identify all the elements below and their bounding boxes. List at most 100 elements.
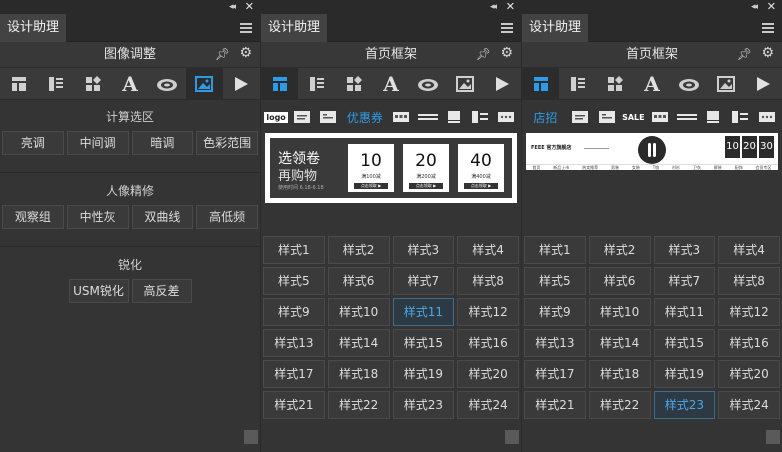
style-button[interactable]: 样式3 bbox=[653, 236, 716, 264]
style-button[interactable]: 样式4 bbox=[457, 236, 519, 264]
sale-component[interactable]: SALE bbox=[620, 106, 647, 128]
type-icon[interactable]: A bbox=[372, 68, 409, 99]
text-block-alt-icon[interactable] bbox=[315, 106, 341, 128]
layout-icon[interactable] bbox=[261, 68, 299, 99]
style-button[interactable]: 样式13 bbox=[524, 329, 586, 357]
text-block-alt-icon[interactable] bbox=[593, 106, 620, 128]
collapse-icon[interactable]: ◂◂ bbox=[490, 0, 497, 14]
style-button[interactable]: 样式10 bbox=[327, 298, 390, 326]
style-button[interactable]: 样式8 bbox=[457, 267, 519, 295]
split-block-icon[interactable] bbox=[727, 106, 754, 128]
style-button[interactable]: 样式16 bbox=[457, 329, 519, 357]
grid-block-icon[interactable] bbox=[388, 106, 414, 128]
style-button[interactable]: 样式24 bbox=[457, 391, 519, 419]
shop-nav-item[interactable]: 裤装 bbox=[714, 165, 722, 170]
style-button[interactable]: 样式20 bbox=[457, 360, 519, 388]
highlight-button[interactable]: 亮调 bbox=[2, 131, 64, 155]
panel-menu-icon[interactable] bbox=[240, 23, 252, 33]
list-icon[interactable] bbox=[298, 68, 335, 99]
shadow-button[interactable]: 暗调 bbox=[131, 131, 194, 155]
shop-nav-item[interactable]: 热卖推荐 bbox=[582, 165, 598, 170]
style-button[interactable]: 样式16 bbox=[718, 329, 780, 357]
resize-handle[interactable] bbox=[244, 430, 258, 444]
style-button[interactable]: 样式7 bbox=[653, 267, 716, 295]
gear-icon[interactable]: ⚙ bbox=[239, 45, 252, 61]
tab-design-assistant[interactable]: 设计助理 bbox=[0, 14, 66, 42]
list-icon[interactable] bbox=[37, 68, 74, 99]
style-button[interactable]: 样式23 bbox=[653, 391, 716, 419]
style-button[interactable]: 样式6 bbox=[327, 267, 390, 295]
style-button[interactable]: 样式17 bbox=[524, 360, 586, 388]
usm-sharpen-button[interactable]: USM锐化 bbox=[68, 279, 129, 303]
creative-cloud-icon[interactable] bbox=[149, 68, 186, 99]
creative-cloud-icon[interactable] bbox=[671, 68, 708, 99]
list-icon[interactable] bbox=[559, 68, 596, 99]
shop-nav-item[interactable]: 衬衫 bbox=[672, 165, 680, 170]
style-button[interactable]: 样式11 bbox=[392, 298, 455, 326]
style-button[interactable]: 样式1 bbox=[263, 236, 325, 264]
style-button[interactable]: 样式15 bbox=[653, 329, 716, 357]
split-block-icon[interactable] bbox=[467, 106, 493, 128]
frequency-separation-button[interactable]: 高低频 bbox=[196, 205, 258, 229]
collapse-icon[interactable]: ◂◂ bbox=[229, 0, 236, 14]
coupon-card[interactable]: 10 满100减 点击领取 ▶ bbox=[348, 144, 394, 192]
block-icon[interactable] bbox=[700, 106, 727, 128]
style-button[interactable]: 样式12 bbox=[457, 298, 519, 326]
play-icon[interactable] bbox=[745, 68, 782, 99]
high-pass-button[interactable]: 高反差 bbox=[131, 279, 192, 303]
neutral-gray-button[interactable]: 中性灰 bbox=[66, 205, 129, 229]
coupon-card[interactable]: 40 满400减 点击领取 ▶ bbox=[458, 144, 504, 192]
coupon-claim-button[interactable]: 点击领取 ▶ bbox=[354, 183, 388, 189]
coupon-claim-button[interactable]: 点击领取 ▶ bbox=[409, 183, 443, 189]
shop-nav-item[interactable]: 卫衣 bbox=[693, 165, 701, 170]
close-icon[interactable]: ✕ bbox=[767, 0, 776, 14]
style-button[interactable]: 样式22 bbox=[588, 391, 651, 419]
coupon-claim-button[interactable]: 点击领取 ▶ bbox=[464, 183, 498, 189]
pin-icon[interactable]: 📌︎ bbox=[215, 47, 230, 61]
shop-nav-item[interactable]: 新品上市 bbox=[553, 165, 569, 170]
style-button[interactable]: 样式21 bbox=[524, 391, 586, 419]
type-icon[interactable]: A bbox=[111, 68, 148, 99]
text-block-icon[interactable] bbox=[567, 106, 594, 128]
style-button[interactable]: 样式14 bbox=[588, 329, 651, 357]
style-button[interactable]: 样式11 bbox=[653, 298, 716, 326]
creative-cloud-icon[interactable] bbox=[410, 68, 447, 99]
style-button[interactable]: 样式2 bbox=[588, 236, 651, 264]
resize-handle[interactable] bbox=[505, 430, 519, 444]
shop-nav-item[interactable]: 女装 bbox=[632, 165, 640, 170]
style-button[interactable]: 样式7 bbox=[392, 267, 455, 295]
panel-menu-icon[interactable] bbox=[501, 23, 513, 33]
style-button[interactable]: 样式20 bbox=[718, 360, 780, 388]
shapes-icon[interactable] bbox=[596, 68, 633, 99]
shop-nav-item[interactable]: T恤 bbox=[653, 165, 659, 170]
style-button[interactable]: 样式2 bbox=[327, 236, 390, 264]
style-button[interactable]: 样式5 bbox=[263, 267, 325, 295]
shop-nav-item[interactable]: 首页 bbox=[532, 165, 540, 170]
pin-icon[interactable]: 📌︎ bbox=[476, 47, 491, 61]
image-icon[interactable] bbox=[708, 68, 745, 99]
coupon-card[interactable]: 20 满200减 点击领取 ▶ bbox=[403, 144, 449, 192]
style-button[interactable]: 样式23 bbox=[392, 391, 455, 419]
shapes-icon[interactable] bbox=[74, 68, 111, 99]
style-button[interactable]: 样式15 bbox=[392, 329, 455, 357]
shop-nav-item[interactable]: 配饰 bbox=[735, 165, 743, 170]
resize-handle[interactable] bbox=[766, 430, 780, 444]
grid-block-icon[interactable] bbox=[647, 106, 674, 128]
more-icon[interactable] bbox=[493, 106, 519, 128]
style-button[interactable]: 样式19 bbox=[392, 360, 455, 388]
style-button[interactable]: 样式9 bbox=[263, 298, 325, 326]
shop-nav-item[interactable]: 男装 bbox=[611, 165, 619, 170]
tab-design-assistant[interactable]: 设计助理 bbox=[522, 14, 588, 42]
style-button[interactable]: 样式6 bbox=[588, 267, 651, 295]
style-button[interactable]: 样式21 bbox=[263, 391, 325, 419]
style-button[interactable]: 样式1 bbox=[524, 236, 586, 264]
color-range-button[interactable]: 色彩范围 bbox=[196, 131, 258, 155]
collapse-icon[interactable]: ◂◂ bbox=[751, 0, 758, 14]
shop-nav-item[interactable]: 会员专区 bbox=[755, 165, 771, 170]
style-button[interactable]: 样式24 bbox=[718, 391, 780, 419]
style-button[interactable]: 样式8 bbox=[718, 267, 780, 295]
gear-icon[interactable]: ⚙ bbox=[761, 45, 774, 61]
style-button[interactable]: 样式19 bbox=[653, 360, 716, 388]
panel-menu-icon[interactable] bbox=[762, 23, 774, 33]
pin-icon[interactable]: 📌︎ bbox=[737, 47, 752, 61]
